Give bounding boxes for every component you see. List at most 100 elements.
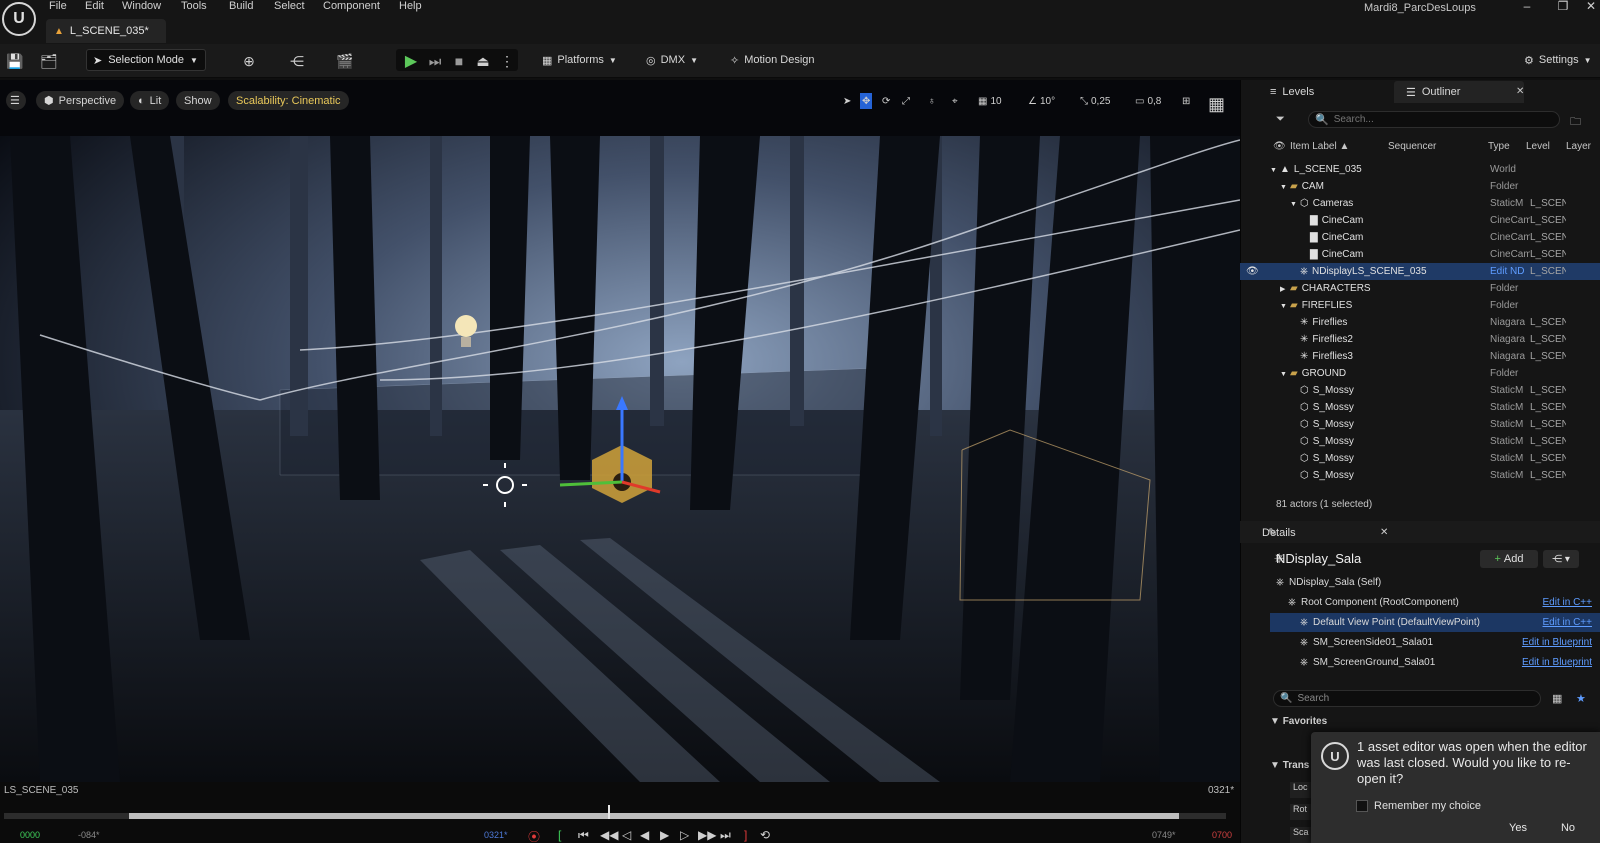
- outliner-row[interactable]: ▼ ▰ GROUND Folder: [1268, 365, 1600, 382]
- location-row[interactable]: Loc: [1290, 782, 1312, 798]
- outliner-row[interactable]: ▶ ▰ CHARACTERS Folder: [1268, 280, 1600, 297]
- details-search[interactable]: 🔍 Search: [1273, 690, 1541, 707]
- menu-file[interactable]: File: [49, 0, 67, 14]
- menu-help[interactable]: Help: [399, 0, 422, 14]
- play-timeline-icon[interactable]: ▶: [660, 828, 669, 842]
- reverse-icon[interactable]: ◀: [640, 828, 649, 842]
- outliner-row[interactable]: ▼⬡Cameras StaticM L_SCENE: [1268, 195, 1600, 212]
- level-viewport[interactable]: [0, 80, 1240, 782]
- outliner-row[interactable]: ▇CineCamCineCamL_SCENE: [1268, 229, 1600, 246]
- jump-start-icon[interactable]: ⏮: [578, 828, 589, 843]
- angle-snap-button[interactable]: ∠ 10°: [1028, 93, 1055, 109]
- outliner-row[interactable]: ⬡S_Mossy StaticM L_SCENE: [1268, 382, 1600, 399]
- platforms-menu[interactable]: ▦ Platforms ▼: [542, 49, 617, 71]
- outliner-row[interactable]: ✳Fireflies3 Niagara L_SCENE: [1268, 348, 1600, 365]
- world-local-icon[interactable]: ♁: [928, 93, 936, 109]
- outliner-row[interactable]: ⬡S_Mossy StaticM L_SCENE: [1268, 433, 1600, 450]
- playhead[interactable]: [608, 805, 610, 819]
- save-icon[interactable]: 💾: [4, 50, 26, 72]
- next-key-icon[interactable]: ▶▶: [698, 828, 716, 842]
- visibility-eye-icon[interactable]: 👁: [1246, 266, 1259, 277]
- loop-icon[interactable]: ⟲: [760, 828, 770, 842]
- eject-icon[interactable]: ⏏: [472, 50, 494, 72]
- add-component-button[interactable]: + Add: [1480, 550, 1538, 568]
- chevron-down-icon[interactable]: ▼: [1270, 167, 1280, 174]
- jump-end-icon[interactable]: ⏭: [720, 828, 731, 843]
- component-row[interactable]: ⎈ Root Component (RootComponent) Edit in C…: [1270, 593, 1600, 612]
- edit-link[interactable]: Edit in Blueprint: [1522, 637, 1592, 648]
- rotation-row[interactable]: Rot: [1290, 804, 1312, 820]
- select-tool-icon[interactable]: ➤: [843, 93, 851, 109]
- column-level[interactable]: Level: [1526, 141, 1550, 152]
- translate-tool-icon[interactable]: ✥: [860, 93, 873, 109]
- viewport-menu-icon[interactable]: ☰: [6, 91, 26, 110]
- outliner-search-input[interactable]: [1333, 114, 1534, 125]
- cinematics-icon[interactable]: 🎬: [334, 50, 356, 72]
- selection-mode-dropdown[interactable]: ➤ Selection Mode ▼: [86, 49, 206, 71]
- maximize-icon[interactable]: ❐: [1548, 0, 1578, 14]
- settings-menu[interactable]: ⚙ Settings ▼: [1524, 49, 1592, 71]
- scale-tool-icon[interactable]: ⤢: [902, 93, 910, 109]
- filter-icon[interactable]: ⏷: [1276, 113, 1285, 126]
- add-actor-icon[interactable]: ⊕: [238, 50, 260, 72]
- outliner-row[interactable]: ⬡S_Mossy StaticM L_SCENE: [1268, 467, 1600, 484]
- menu-tools[interactable]: Tools: [181, 0, 207, 14]
- set-start-icon[interactable]: [: [558, 828, 561, 842]
- camera-speed-button[interactable]: ▭ 0,8: [1135, 93, 1161, 109]
- outliner-row[interactable]: ⎈ NDisplayLS_SCENE_035 Edit NDL_SCENE 👁: [1240, 263, 1600, 280]
- tab-outliner[interactable]: ☰ Outliner: [1406, 82, 1460, 102]
- add-folder-icon[interactable]: 🗀: [1570, 113, 1581, 132]
- menu-select[interactable]: Select: [274, 0, 305, 14]
- outliner-row[interactable]: ✳Fireflies Niagara L_SCENE: [1268, 314, 1600, 331]
- chevron-down-icon[interactable]: ▼: [1280, 303, 1290, 310]
- level-document-tab[interactable]: ▲ L_SCENE_035*: [46, 19, 166, 43]
- menu-window[interactable]: Window: [122, 0, 161, 14]
- motion-design-button[interactable]: ✧ Motion Design: [730, 49, 815, 71]
- outliner-search[interactable]: 🔍: [1308, 111, 1560, 128]
- rotate-tool-icon[interactable]: ⟳: [882, 93, 890, 109]
- edit-link[interactable]: Edit in Blueprint: [1522, 657, 1592, 668]
- lit-button[interactable]: ◐ Lit: [130, 91, 170, 110]
- remember-choice-checkbox[interactable]: Remember my choice: [1356, 800, 1481, 812]
- outliner-row[interactable]: ▼ ▲ L_SCENE_035 World: [1268, 161, 1600, 178]
- outliner-row[interactable]: ▇CineCamCineCamL_SCENE: [1268, 212, 1600, 229]
- content-browser-icon[interactable]: 🗂: [38, 50, 60, 72]
- column-type[interactable]: Type: [1488, 141, 1510, 152]
- no-button[interactable]: No: [1548, 818, 1588, 838]
- favorites-section[interactable]: ▼ Favorites: [1270, 716, 1327, 727]
- show-button[interactable]: Show: [176, 91, 220, 110]
- chevron-down-icon[interactable]: ▼: [1290, 201, 1300, 208]
- menu-edit[interactable]: Edit: [85, 0, 104, 14]
- layout-icon[interactable]: ▦: [1208, 94, 1225, 114]
- chevron-down-icon[interactable]: ▼: [1280, 371, 1290, 378]
- outliner-row[interactable]: ▼ ▰ CAM Folder: [1268, 178, 1600, 195]
- menu-component[interactable]: Component: [323, 0, 380, 14]
- timeline-range[interactable]: [129, 813, 1179, 819]
- scale-row[interactable]: Sca: [1290, 827, 1312, 843]
- step-icon[interactable]: ⏭: [424, 50, 446, 72]
- outliner-row[interactable]: ⬡S_Mossy StaticM L_SCENE: [1268, 416, 1600, 433]
- stop-icon[interactable]: ■: [448, 50, 470, 72]
- details-close-icon[interactable]: ✕: [1380, 527, 1388, 538]
- next-frame-icon[interactable]: ▷: [680, 828, 689, 842]
- grid-snap-button[interactable]: ▦ 10: [978, 93, 1002, 109]
- scalability-button[interactable]: Scalability: Cinematic: [228, 91, 349, 110]
- actor-name[interactable]: NDisplay_Sala: [1276, 551, 1361, 566]
- maximize-viewport-icon[interactable]: ⊞: [1182, 93, 1190, 109]
- table-view-icon[interactable]: ▦: [1552, 692, 1562, 705]
- outliner-close-icon[interactable]: ✕: [1516, 86, 1524, 97]
- transform-section[interactable]: ▼ Trans: [1270, 760, 1309, 771]
- column-item-label[interactable]: Item Label ▲: [1290, 141, 1349, 152]
- close-icon[interactable]: ✕: [1576, 0, 1600, 14]
- yes-button[interactable]: Yes: [1498, 818, 1538, 838]
- component-row[interactable]: ⎈ NDisplay_Sala (Self): [1270, 573, 1600, 592]
- outliner-row[interactable]: ✳Fireflies2 Niagara L_SCENE: [1268, 331, 1600, 348]
- component-row[interactable]: ⎈ Default View Point (DefaultViewPoint) Ed…: [1270, 613, 1600, 632]
- column-sequencer[interactable]: Sequencer: [1388, 141, 1436, 152]
- tab-levels[interactable]: ≡ Levels: [1270, 82, 1314, 102]
- star-icon[interactable]: ★: [1576, 692, 1586, 705]
- minimize-icon[interactable]: –: [1512, 0, 1542, 14]
- record-icon[interactable]: ⦿: [528, 828, 540, 843]
- component-row[interactable]: ⎈ SM_ScreenGround_Sala01 Edit in Blueprint: [1270, 653, 1600, 672]
- dmx-menu[interactable]: ◎ DMX ▼: [646, 49, 698, 71]
